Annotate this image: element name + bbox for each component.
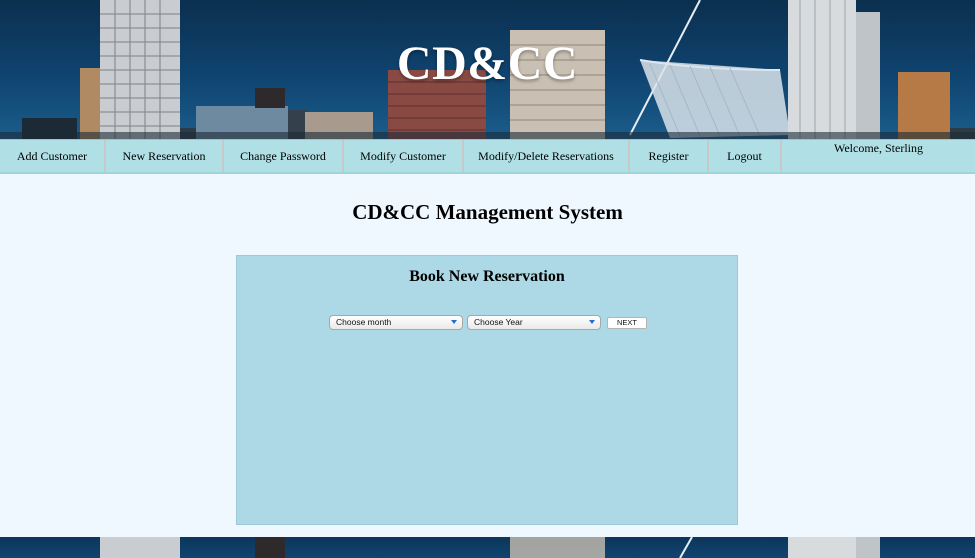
nav-add-customer[interactable]: Add Customer (0, 140, 106, 172)
month-select-value: Choose month (336, 317, 392, 327)
footer-skyline-image (100, 537, 880, 558)
page-title: CD&CC Management System (352, 200, 623, 224)
next-button[interactable]: NEXT (607, 316, 647, 329)
nav-modify-customer[interactable]: Modify Customer (344, 140, 464, 172)
nav-logout[interactable]: Logout (709, 140, 782, 172)
site-title: CD&CC (396, 37, 579, 90)
year-select[interactable]: Choose Year (467, 315, 601, 330)
welcome-message: Welcome, Sterling (833, 141, 923, 155)
panel-title: Book New Reservation (409, 268, 565, 285)
nav-change-password[interactable]: Change Password (224, 140, 344, 172)
chevron-down-icon (451, 320, 457, 324)
header-banner: CD&CC (0, 0, 975, 140)
nav-register[interactable]: Register (630, 140, 709, 172)
main-nav: Add Customer New Reservation Change Pass… (0, 139, 975, 174)
nav-new-reservation[interactable]: New Reservation (106, 140, 224, 172)
reservation-controls: Choose month Choose Year NEXT (329, 315, 647, 330)
year-select-value: Choose Year (474, 317, 523, 327)
month-select[interactable]: Choose month (329, 315, 463, 330)
nav-modify-delete-reservations[interactable]: Modify/Delete Reservations (464, 140, 630, 172)
reservation-panel: Book New Reservation Choose month Choose… (236, 255, 738, 525)
footer-banner (0, 537, 975, 558)
chevron-down-icon (589, 320, 595, 324)
